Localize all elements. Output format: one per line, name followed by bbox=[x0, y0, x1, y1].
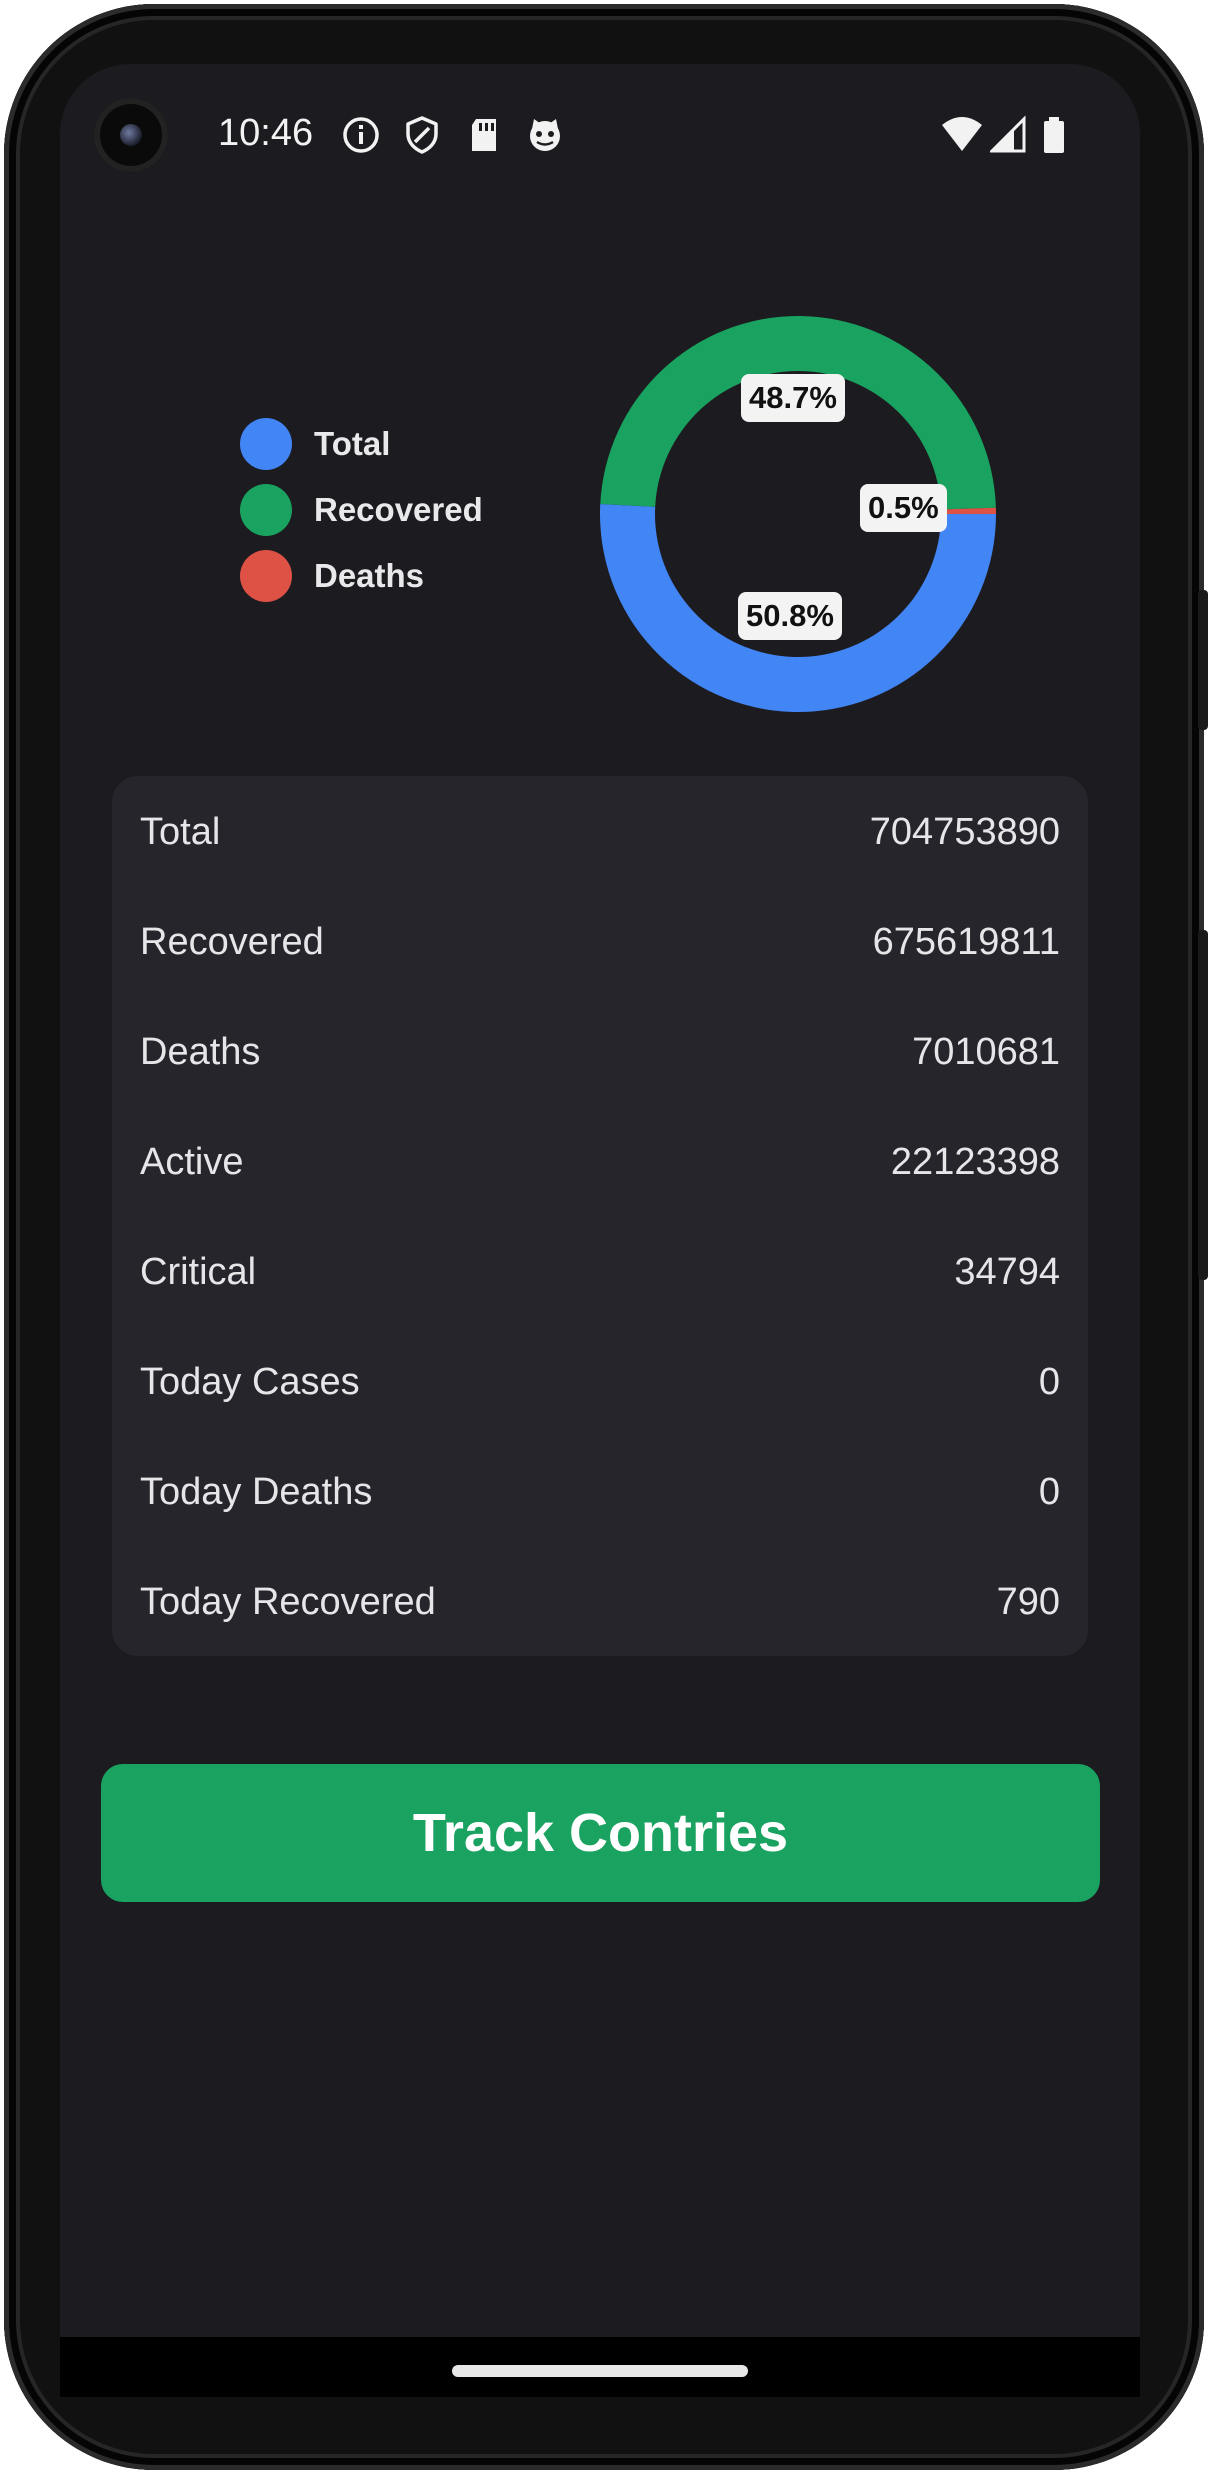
slice-label-recovered: 48.7% bbox=[741, 374, 845, 422]
stat-row-total: Total 704753890 bbox=[140, 807, 1060, 857]
stat-label: Recovered bbox=[140, 920, 324, 963]
sd-card-icon bbox=[472, 119, 496, 151]
stat-value: 675619811 bbox=[872, 920, 1060, 963]
stat-row-today-recovered: Today Recovered 790 bbox=[140, 1577, 1060, 1627]
cat-face-icon bbox=[530, 119, 560, 151]
stat-row-critical: Critical 34794 bbox=[140, 1247, 1060, 1297]
legend-dot-total bbox=[240, 418, 292, 470]
legend-label-total: Total bbox=[314, 425, 391, 462]
stat-value: 0 bbox=[1038, 1360, 1060, 1403]
stat-label: Total bbox=[140, 810, 221, 853]
stat-value: 790 bbox=[996, 1580, 1060, 1623]
slice-label-deaths: 0.5% bbox=[860, 484, 947, 532]
battery-icon bbox=[1044, 117, 1064, 153]
track-countries-button[interactable]: Track Contries bbox=[101, 1764, 1100, 1902]
wifi-icon bbox=[942, 117, 982, 151]
stat-value: 704753890 bbox=[869, 810, 1060, 853]
legend-dot-recovered bbox=[240, 484, 292, 536]
cell-signal-icon bbox=[990, 115, 1026, 153]
stat-label: Today Deaths bbox=[140, 1470, 373, 1513]
slice-label-total: 50.8% bbox=[738, 592, 842, 640]
legend-label-recovered: Recovered bbox=[314, 491, 483, 528]
stat-value: 34794 bbox=[954, 1250, 1060, 1293]
shield-icon bbox=[406, 116, 438, 154]
stat-value: 7010681 bbox=[912, 1030, 1060, 1073]
status-time: 10:46 bbox=[218, 112, 314, 154]
stat-label: Today Recovered bbox=[140, 1580, 436, 1623]
legend-item-deaths: Deaths bbox=[240, 550, 424, 602]
volume-button bbox=[1198, 930, 1208, 1280]
stats-card: Total 704753890 Recovered 675619811 Deat… bbox=[112, 776, 1088, 1656]
stat-row-active: Active 22123398 bbox=[140, 1137, 1060, 1187]
stat-value: 22123398 bbox=[890, 1140, 1060, 1183]
stat-row-today-deaths: Today Deaths 0 bbox=[140, 1467, 1060, 1517]
front-camera bbox=[94, 98, 168, 172]
stat-value: 0 bbox=[1038, 1470, 1060, 1513]
power-button bbox=[1198, 590, 1208, 730]
stat-label: Deaths bbox=[140, 1030, 261, 1073]
stat-row-deaths: Deaths 7010681 bbox=[140, 1027, 1060, 1077]
legend-item-total: Total bbox=[240, 418, 390, 470]
stat-row-recovered: Recovered 675619811 bbox=[140, 917, 1060, 967]
stat-label: Today Cases bbox=[140, 1360, 360, 1403]
home-indicator[interactable] bbox=[452, 2365, 748, 2377]
stat-label: Critical bbox=[140, 1250, 257, 1293]
legend-label-deaths: Deaths bbox=[314, 557, 425, 594]
stat-row-today-cases: Today Cases 0 bbox=[140, 1357, 1060, 1407]
info-icon bbox=[343, 117, 379, 153]
legend-dot-deaths bbox=[240, 550, 292, 602]
legend-item-recovered: Recovered bbox=[240, 484, 483, 536]
stat-label: Active bbox=[140, 1140, 244, 1183]
